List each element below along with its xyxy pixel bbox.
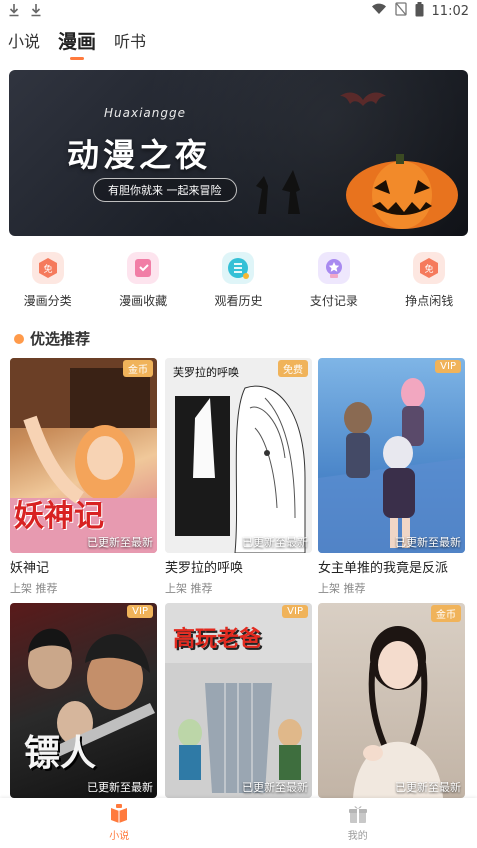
section-dot-icon: [14, 333, 24, 344]
free-badge: 免费: [278, 360, 308, 377]
comic-tags: 上架 推荐: [318, 582, 366, 595]
quick-link-label: 支付记录: [309, 294, 358, 308]
cover-art: [165, 358, 312, 553]
status-bar: 11:02: [0, 0, 477, 22]
comic-card[interactable]: 镖人 VIP 已更新至最新: [10, 603, 157, 798]
tab-comic[interactable]: 漫画: [58, 30, 96, 60]
cover-title: 芙罗拉的呼唤: [173, 366, 239, 379]
quick-link-label: 观看历史: [214, 294, 263, 308]
nav-profile[interactable]: 我的: [308, 804, 408, 842]
nav-label: 我的: [347, 831, 368, 842]
update-status: 已更新至最新: [87, 536, 153, 549]
tab-novel[interactable]: 小说: [8, 30, 40, 54]
comic-cover: VIP 已更新至最新: [318, 358, 465, 553]
svg-text:免: 免: [43, 263, 52, 275]
banner-brand: Huaxiangge: [104, 106, 186, 120]
quick-link-label: 挣点闲钱: [405, 294, 454, 308]
comic-tags: 上架 推荐: [165, 582, 213, 595]
cover-title: 镖人: [24, 733, 97, 774]
nav-label: 小说: [109, 831, 130, 842]
no-sim-icon: [394, 2, 407, 20]
vip-badge: VIP: [282, 605, 308, 618]
promo-banner[interactable]: Huaxiangge 动漫之夜 有胆你就来 一起来冒险: [9, 70, 468, 236]
quick-link-label: 漫画收藏: [119, 294, 168, 308]
cover-art: [353, 626, 443, 798]
vip-badge: VIP: [435, 360, 461, 373]
history-list-icon: [222, 252, 255, 284]
update-status: 已更新至最新: [395, 781, 461, 794]
quick-link-comic-category[interactable]: 免 漫画分类: [3, 252, 93, 322]
comic-cover: 高玩老爸 VIP 已更新至最新: [165, 603, 312, 798]
top-tabs: 小说 漫画 听书: [8, 30, 146, 60]
comic-title: 女主单推的我竟是反派: [318, 561, 449, 576]
comic-card[interactable]: 妖神记 金币 已更新至最新 妖神记 上架 推荐: [10, 358, 157, 596]
vip-badge: VIP: [127, 605, 153, 618]
quick-link-payment-records[interactable]: 支付记录: [289, 252, 379, 322]
medal-icon: [317, 252, 350, 284]
coin-badge: 金币: [123, 360, 153, 377]
book-icon: [109, 804, 129, 824]
free-badge-icon: 免: [31, 252, 64, 284]
comic-card[interactable]: 高玩老爸 VIP 已更新至最新: [165, 603, 312, 798]
tab-audiobook[interactable]: 听书: [114, 30, 146, 54]
coin-badge: 金币: [431, 605, 461, 622]
battery-icon: [415, 1, 424, 21]
svg-text:免: 免: [425, 263, 434, 275]
update-status: 已更新至最新: [395, 536, 461, 549]
bookmark-icon: [127, 252, 160, 284]
witch-silhouette-icon: [256, 170, 300, 214]
gift-icon: [348, 804, 368, 824]
comic-card[interactable]: 金币 已更新至最新: [318, 603, 465, 798]
comic-title: 芙罗拉的呼唤: [165, 561, 244, 576]
cover-title: 妖神记: [14, 499, 104, 534]
comic-cover: 芙罗拉的呼唤 免费 已更新至最新: [165, 358, 312, 553]
section-header: 优选推荐: [14, 328, 90, 349]
clock-time: 11:02: [431, 3, 469, 19]
wifi-icon: [371, 3, 387, 19]
update-status: 已更新至最新: [242, 781, 308, 794]
comic-card[interactable]: VIP 已更新至最新 女主单推的我竟是反派 上架 推荐: [318, 358, 465, 596]
quick-links: 免 漫画分类 漫画收藏 观看历史 支付记录 免 挣点闲钱: [0, 252, 477, 322]
free-coin-icon: 免: [413, 252, 446, 284]
comic-tags: 上架 推荐: [10, 582, 58, 595]
nav-novel[interactable]: 小说: [69, 804, 169, 842]
cover-title: 高玩老爸: [173, 627, 262, 652]
banner-subtitle: 有胆你就来 一起来冒险: [93, 178, 237, 202]
comic-cover: 金币 已更新至最新: [318, 603, 465, 798]
comic-card[interactable]: 芙罗拉的呼唤 免费 已更新至最新 芙罗拉的呼唤 上架 推荐: [165, 358, 312, 596]
download-icon: [30, 3, 42, 20]
download-icon: [8, 3, 20, 20]
pumpkin-icon: [346, 154, 458, 229]
comic-cover: 镖人 VIP 已更新至最新: [10, 603, 157, 798]
quick-link-label: 漫画分类: [23, 294, 72, 308]
quick-link-watch-history[interactable]: 观看历史: [193, 252, 283, 322]
comic-title: 妖神记: [10, 561, 50, 576]
quick-link-comic-favorites[interactable]: 漫画收藏: [98, 252, 188, 322]
bat-icon: [340, 92, 386, 106]
section-title: 优选推荐: [30, 330, 91, 348]
banner-title: 动漫之夜: [67, 136, 212, 174]
comic-cover: 妖神记 金币 已更新至最新: [10, 358, 157, 553]
cover-art: [318, 378, 465, 553]
update-status: 已更新至最新: [242, 536, 308, 549]
bottom-navigation: 小说 我的: [0, 798, 477, 848]
quick-link-earn-money[interactable]: 免 挣点闲钱: [384, 252, 474, 322]
update-status: 已更新至最新: [87, 781, 153, 794]
